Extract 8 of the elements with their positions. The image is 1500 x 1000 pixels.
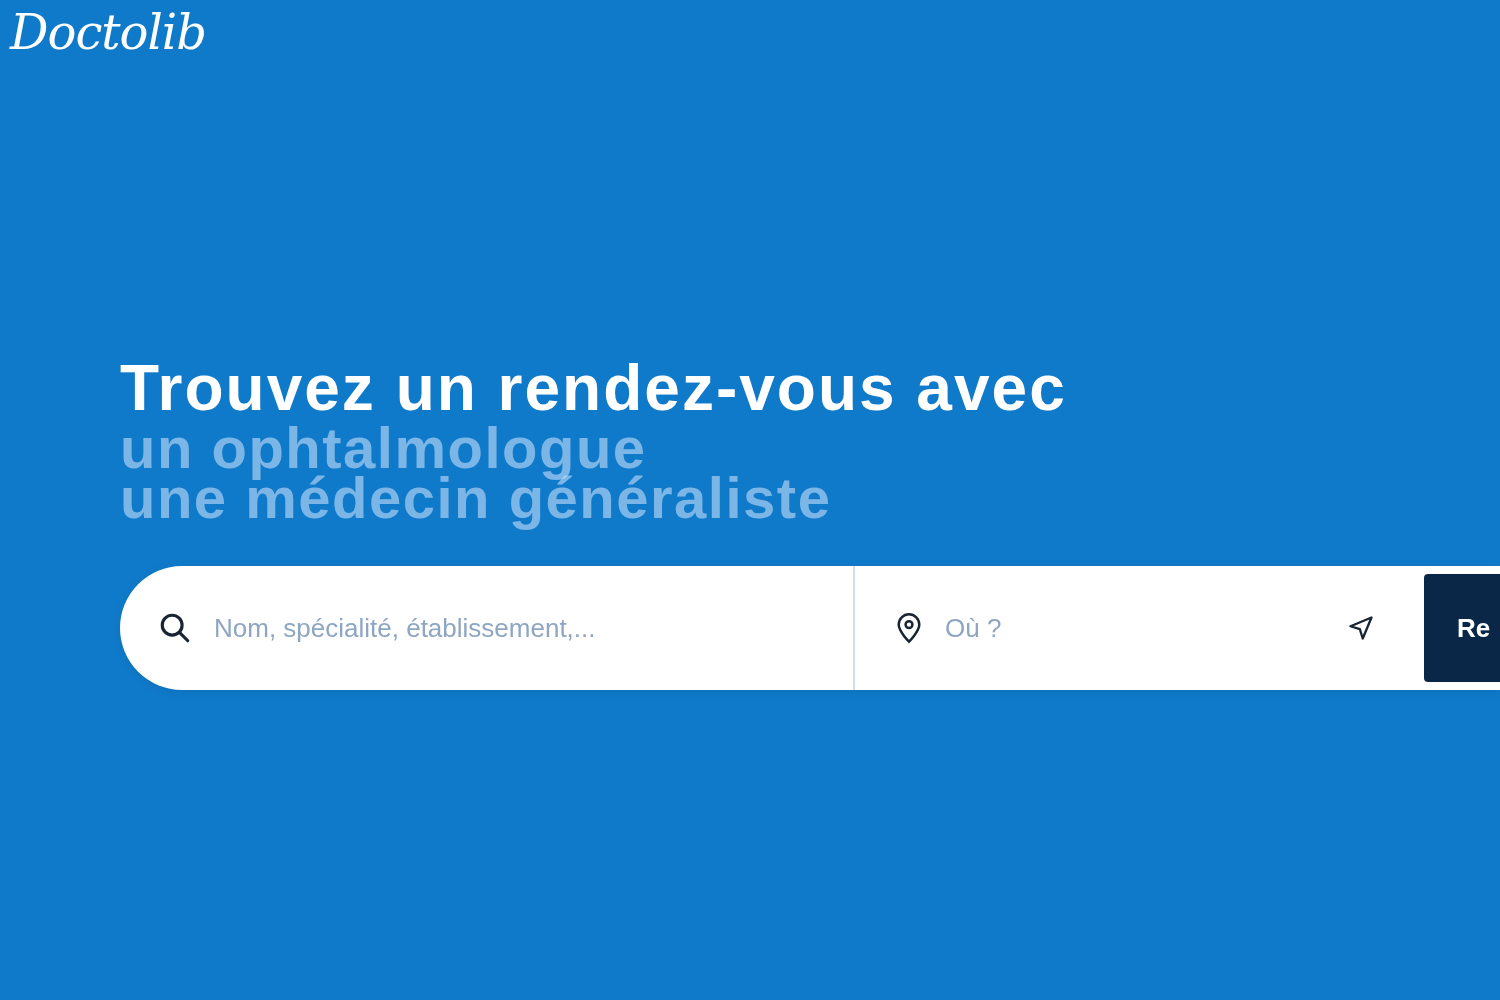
search-button[interactable]: Re [1424,574,1500,682]
search-field[interactable]: Nom, spécialité, établissement,... [214,612,834,644]
location-pin-icon [895,612,923,644]
search-icon [158,611,192,645]
logo[interactable]: Doctolib [10,2,206,62]
headline: Trouvez un rendez-vous avec [120,352,1067,424]
location-field[interactable]: Où ? [945,612,1325,644]
navigation-arrow-icon[interactable] [1347,614,1375,642]
